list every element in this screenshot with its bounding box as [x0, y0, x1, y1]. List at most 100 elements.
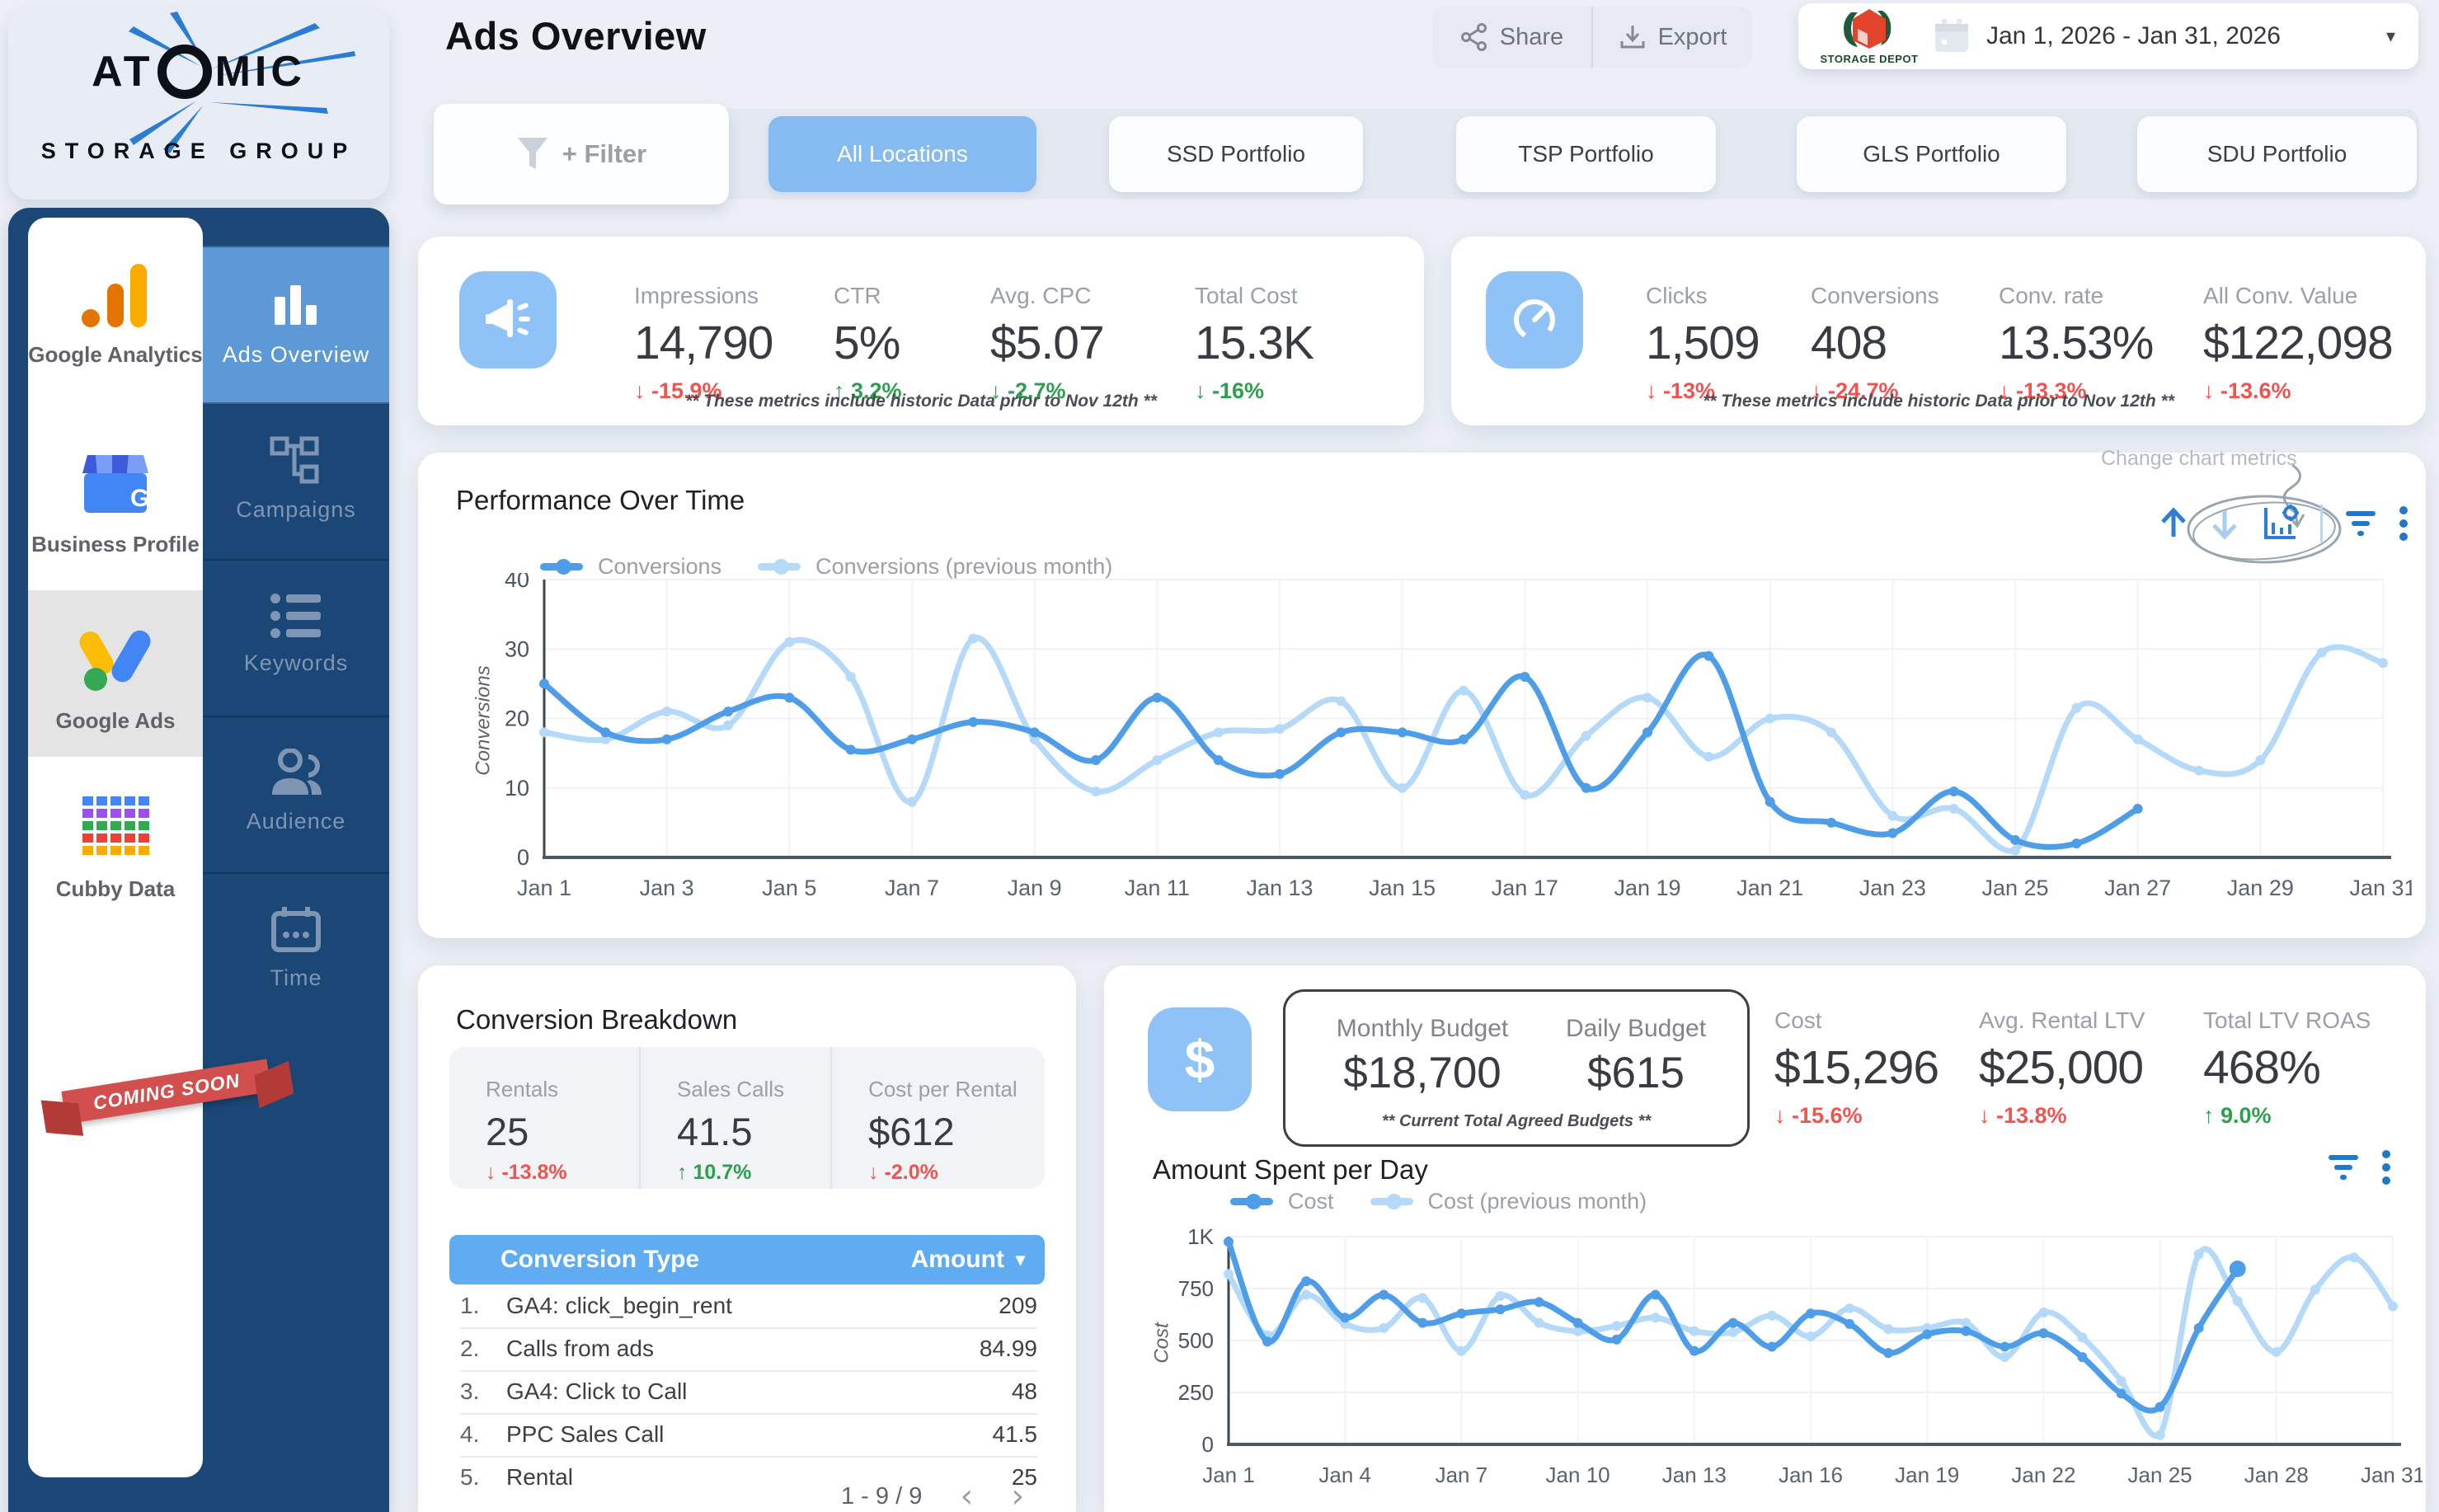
share-icon [1460, 23, 1488, 51]
column-amount[interactable]: Amount [911, 1246, 1004, 1274]
metric-label: Clicks [1646, 283, 1760, 309]
filter-icon[interactable] [2344, 509, 2377, 538]
dashboard-page: ATMIC STORAGE GROUP Google Analytics [0, 0, 2439, 1512]
company-logo-card: ATMIC STORAGE GROUP [8, 8, 389, 200]
kpi-card-ads: Impressions 14,790 ↓ -15.9% CTR 5% ↑ 3.2… [418, 237, 1424, 425]
tab-tsp-portfolio[interactable]: TSP Portfolio [1456, 116, 1716, 192]
tab-all-locations[interactable]: All Locations [768, 116, 1036, 192]
metric-total-cost: Total Cost 15.3K ↓ -16% [1195, 283, 1313, 404]
svg-text:Jan 19: Jan 19 [1895, 1463, 1959, 1487]
logo-rays-decoration [8, 8, 389, 200]
table-row[interactable]: 1. GA4: click_begin_rent 209 [460, 1284, 1037, 1329]
spend-chart-title: Amount Spent per Day [1153, 1154, 1428, 1186]
business-profile-icon: G [76, 448, 155, 519]
filter-icon[interactable] [2327, 1153, 2360, 1181]
metric-total-ltv-roas: Total LTV ROAS 468% ↑ 9.0% [2203, 1007, 2371, 1129]
svg-text:Jan 5: Jan 5 [762, 876, 816, 900]
export-label: Export [1658, 24, 1727, 51]
svg-text:Jan 22: Jan 22 [2011, 1463, 2075, 1487]
row-label: GA4: click_begin_rent [506, 1293, 732, 1319]
campaigns-icon [269, 435, 323, 486]
metric-value: 408 [1811, 316, 1939, 370]
delta-value: -2.0% [885, 1161, 938, 1184]
tab-gls-portfolio[interactable]: GLS Portfolio [1797, 116, 2066, 192]
up-arrow-icon: ↑ [677, 1161, 688, 1184]
divider [2320, 505, 2323, 542]
metric-label: All Conv. Value [2203, 283, 2393, 309]
more-options-icon[interactable] [2399, 505, 2408, 542]
stat-cost-per-rental: Cost per Rental $612 ↓ -2.0% [830, 1047, 1045, 1189]
speedometer-icon [1486, 271, 1583, 369]
share-export-group: Share Export [1432, 7, 1752, 68]
nav-item-label: Campaigns [203, 497, 389, 523]
storage-depot-label: STORAGE DEPOT [1820, 53, 1919, 65]
stat-value: $612 [868, 1109, 1045, 1154]
chart-settings-icon[interactable] [2261, 505, 2299, 542]
pagination-prev-icon[interactable]: ‹ [960, 1477, 973, 1512]
stat-delta: ↓ -2.0% [868, 1161, 1045, 1185]
sidebar-item-business-profile[interactable]: G Business Profile [28, 448, 203, 557]
row-rank: 5. [460, 1464, 506, 1491]
conversion-table-header[interactable]: Conversion Type Amount ▾ [449, 1235, 1045, 1284]
svg-text:Jan 13: Jan 13 [1246, 876, 1313, 900]
sidebar-item-time[interactable]: Time [203, 872, 389, 1031]
row-rank: 4. [460, 1421, 506, 1448]
spend-line-chart[interactable]: 02505007501KJan 1Jan 4Jan 7Jan 10Jan 13J… [1161, 1228, 2423, 1512]
metric-value: $5.07 [990, 316, 1104, 370]
audience-icon [267, 749, 325, 798]
svg-text:1K: 1K [1187, 1228, 1214, 1249]
row-amount: 84.99 [980, 1336, 1037, 1362]
location-tabs-strip [434, 109, 2419, 200]
sidebar-item-google-ads[interactable]: Google Ads [28, 623, 203, 734]
table-row[interactable]: 2. Calls from ads 84.99 [460, 1327, 1037, 1372]
row-rank: 2. [460, 1336, 506, 1362]
sidebar-item-ads-overview[interactable]: Ads Overview [203, 246, 389, 404]
metric-delta: ↓ -13.8% [1979, 1103, 2145, 1129]
tab-sdu-portfolio[interactable]: SDU Portfolio [2137, 116, 2417, 192]
svg-text:Jan 25: Jan 25 [2128, 1463, 2192, 1487]
svg-text:500: 500 [1178, 1328, 1214, 1353]
svg-text:Jan 16: Jan 16 [1779, 1463, 1843, 1487]
row-label: Rental [506, 1464, 573, 1491]
svg-text:Jan 3: Jan 3 [640, 876, 694, 900]
google-ads-icon [78, 623, 153, 696]
sidebar-item-campaigns[interactable]: Campaigns [203, 402, 389, 561]
sidebar-item-cubby-data[interactable]: Cubby Data [28, 795, 203, 902]
megaphone-icon [459, 271, 557, 369]
calendar-icon [270, 905, 322, 955]
svg-text:Jan 17: Jan 17 [1492, 876, 1558, 900]
sidebar-item-audience[interactable]: Audience [203, 716, 389, 874]
row-amount: 41.5 [993, 1421, 1038, 1448]
metric-value: 13.53% [1999, 316, 2153, 370]
legend-item-cost [1230, 1198, 1273, 1205]
date-range-selector[interactable]: STORAGE DEPOT Jan 1, 2026 - Jan 31, 2026… [1798, 3, 2418, 69]
metric-value: 15.3K [1195, 316, 1313, 370]
pagination-next-icon[interactable]: › [1011, 1477, 1024, 1512]
share-button[interactable]: Share [1432, 7, 1591, 68]
sidebar-item-keywords[interactable]: Keywords [203, 559, 389, 717]
export-button[interactable]: Export [1593, 7, 1752, 68]
sidebar-item-google-analytics[interactable]: Google Analytics [28, 261, 203, 368]
delta-value: -13.8% [1996, 1103, 2067, 1128]
metric-value: 5% [834, 316, 902, 370]
performance-line-chart[interactable]: 010203040Jan 1Jan 3Jan 5Jan 7Jan 9Jan 11… [474, 573, 2412, 919]
svg-text:Jan 19: Jan 19 [1614, 876, 1680, 900]
move-down-icon[interactable] [2210, 507, 2239, 540]
dollar-icon: $ [1148, 1007, 1252, 1111]
more-options-icon[interactable] [2381, 1149, 2391, 1186]
svg-text:Jan 31: Jan 31 [2361, 1463, 2423, 1487]
sidebar-item-label: Google Analytics [28, 342, 203, 368]
table-row[interactable]: 3. GA4: Click to Call 48 [460, 1370, 1037, 1415]
monthly-budget: Monthly Budget $18,700 [1317, 1015, 1528, 1098]
metric-ctr: CTR 5% ↑ 3.2% [834, 283, 902, 404]
add-filter-button[interactable]: + Filter [434, 104, 729, 204]
metric-value: $15,296 [1774, 1040, 1939, 1095]
nav-item-label: Keywords [203, 650, 389, 676]
svg-text:Jan 1: Jan 1 [1202, 1463, 1255, 1487]
svg-text:Jan 29: Jan 29 [2227, 876, 2294, 900]
tab-ssd-portfolio[interactable]: SSD Portfolio [1109, 116, 1363, 192]
nav-item-label: Ads Overview [203, 342, 389, 368]
share-label: Share [1500, 24, 1563, 51]
table-row[interactable]: 4. PPC Sales Call 41.5 [460, 1413, 1037, 1458]
move-up-icon[interactable] [2159, 507, 2188, 540]
